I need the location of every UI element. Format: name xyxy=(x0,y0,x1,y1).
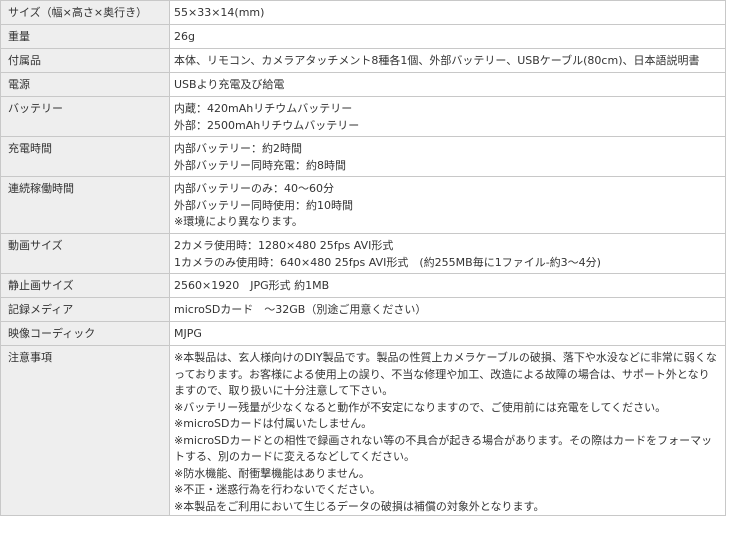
table-row: 静止画サイズ 2560×1920 JPG形式 約1MB xyxy=(0,273,726,298)
spec-label-cell: 付属品 xyxy=(0,48,170,73)
spec-value-line: ※環境により異なります。 xyxy=(174,215,303,228)
spec-value-cell: ※本製品は、玄人様向けのDIY製品です。製品の性質上カメラケーブルの破損、落下や… xyxy=(169,345,726,516)
spec-value-line: 本体、リモコン、カメラアタッチメント8種各1個、外部バッテリー、USBケーブル(… xyxy=(174,54,700,67)
spec-value-line: 2560×1920 JPG形式 約1MB xyxy=(174,279,330,292)
spec-label-cell: 映像コーディック xyxy=(0,321,170,346)
spec-label: 重量 xyxy=(8,30,30,43)
spec-label-cell: 記録メディア xyxy=(0,297,170,322)
note-line: ※防水機能、耐衝撃機能はありません。 xyxy=(174,466,370,480)
spec-label: 映像コーディック xyxy=(8,327,96,340)
note-line: ※microSDカードは付属いたしません。 xyxy=(174,417,373,430)
table-row: バッテリー 内蔵：420mAhリチウムバッテリー 外部：2500mAhリチウムバッテ… xyxy=(0,96,726,137)
spec-label: 動画サイズ xyxy=(8,239,63,252)
spec-value-line: USBより充電及び給電 xyxy=(174,78,285,91)
spec-value-line: 2カメラ使用時：1280×480 25fps AVI形式 xyxy=(174,239,394,252)
spec-label: バッテリー xyxy=(8,102,63,115)
spec-value-line: 内部バッテリーのみ：40～60分 xyxy=(174,182,334,195)
spec-value-line: 内蔵：420mAhリチウムバッテリー xyxy=(174,102,353,115)
spec-label-cell: 重量 xyxy=(0,24,170,49)
spec-label: サイズ（幅×高さ×奥行き） xyxy=(8,6,148,19)
table-row: 注意事項 ※本製品は、玄人様向けのDIY製品です。製品の性質上カメラケーブルの破損… xyxy=(0,345,726,516)
spec-label-cell: 連続稼働時間 xyxy=(0,176,170,234)
spec-value-cell: 55×33×14(mm) xyxy=(169,0,726,25)
spec-value-cell: 内蔵：420mAhリチウムバッテリー 外部：2500mAhリチウムバッテリー xyxy=(169,96,726,137)
spec-value-cell: 内部バッテリーのみ：40～60分外部バッテリー同時使用：約10時間 ※環境により異… xyxy=(169,176,726,234)
spec-value-line: 外部：2500mAhリチウムバッテリー xyxy=(174,118,360,132)
spec-table-body: サイズ（幅×高さ×奥行き） 55×33×14(mm) 重量 26g 付属品 本体、リモコン… xyxy=(0,0,726,516)
table-row: 映像コーディック MJPG xyxy=(0,321,726,346)
spec-value-line: 内部バッテリー：約2時間 xyxy=(174,142,302,155)
table-row: 充電時間 内部バッテリー：約2時間外部バッテリー同時充電：約8時間 xyxy=(0,136,726,177)
spec-value-cell: microSDカード ～32GB（別途ご用意ください） xyxy=(169,297,726,322)
spec-value-cell: 内部バッテリー：約2時間外部バッテリー同時充電：約8時間 xyxy=(169,136,726,177)
table-row: 付属品 本体、リモコン、カメラアタッチメント8種各1個、外部バッテリー、USBケー… xyxy=(0,48,726,73)
table-row: 連続稼働時間 内部バッテリーのみ：40～60分外部バッテリー同時使用：約10時間 ※… xyxy=(0,176,726,234)
spec-value-line: 外部バッテリー同時使用：約10時間 xyxy=(174,198,353,212)
spec-label: 電源 xyxy=(8,78,30,91)
spec-label: 記録メディア xyxy=(8,303,74,316)
table-row: 記録メディア microSDカード ～32GB（別途ご用意ください） xyxy=(0,297,726,322)
spec-value-line: 55×33×14(mm) xyxy=(174,6,265,19)
spec-value-cell: 26g xyxy=(169,24,726,49)
note-line: ※不正・迷惑行為を行わないでください。 xyxy=(174,483,381,496)
spec-label-cell: バッテリー xyxy=(0,96,170,137)
spec-label: 充電時間 xyxy=(8,142,52,155)
spec-value-cell: 2カメラ使用時：1280×480 25fps AVI形式 1カメラのみ使用時：64… xyxy=(169,233,726,274)
note-line: ※本製品は、玄人様向けのDIY製品です。製品の性質上カメラケーブルの破損、落下や… xyxy=(174,351,717,397)
table-row: 重量 26g xyxy=(0,24,726,49)
spec-value-cell: USBより充電及び給電 xyxy=(169,72,726,97)
note-line: ※バッテリー残量が少なくなると動作が不安定になりますので、ご使用前には充電をして… xyxy=(174,400,667,414)
note-line: ※本製品をご利用において生じるデータの破損は補償の対象外となります。 xyxy=(174,499,545,513)
spec-value-cell: 本体、リモコン、カメラアタッチメント8種各1個、外部バッテリー、USBケーブル(… xyxy=(169,48,726,73)
spec-table: サイズ（幅×高さ×奥行き） 55×33×14(mm) 重量 26g 付属品 本体、リモコン… xyxy=(0,0,726,516)
spec-label: 連続稼働時間 xyxy=(8,182,74,195)
spec-value-line: 26g xyxy=(174,30,195,43)
spec-value-cell: MJPG xyxy=(169,321,726,346)
table-row: 動画サイズ 2カメラ使用時：1280×480 25fps AVI形式 1カメラのみ使… xyxy=(0,233,726,274)
spec-label-cell: サイズ（幅×高さ×奥行き） xyxy=(0,0,170,25)
spec-label-cell: 注意事項 xyxy=(0,345,170,516)
table-row: サイズ（幅×高さ×奥行き） 55×33×14(mm) xyxy=(0,0,726,25)
table-row: 電源 USBより充電及び給電 xyxy=(0,72,726,97)
spec-value-cell: 2560×1920 JPG形式 約1MB xyxy=(169,273,726,298)
spec-value-line: 外部バッテリー同時充電：約8時間 xyxy=(174,158,346,172)
spec-value-line: MJPG xyxy=(174,327,202,340)
spec-label-cell: 動画サイズ xyxy=(0,233,170,274)
spec-value-line: microSDカード ～32GB（別途ご用意ください） xyxy=(174,303,427,316)
spec-label: 付属品 xyxy=(8,54,41,67)
note-line: ※microSDカードとの相性で録画されない等の不具合が起きる場合があります。そ… xyxy=(174,433,713,464)
spec-label-cell: 充電時間 xyxy=(0,136,170,177)
spec-value-line: 1カメラのみ使用時：640×480 25fps AVI形式 (約255MB毎に1… xyxy=(174,255,601,269)
spec-label-cell: 電源 xyxy=(0,72,170,97)
spec-label: 注意事項 xyxy=(8,351,52,364)
spec-label-cell: 静止画サイズ xyxy=(0,273,170,298)
spec-label: 静止画サイズ xyxy=(8,279,74,292)
